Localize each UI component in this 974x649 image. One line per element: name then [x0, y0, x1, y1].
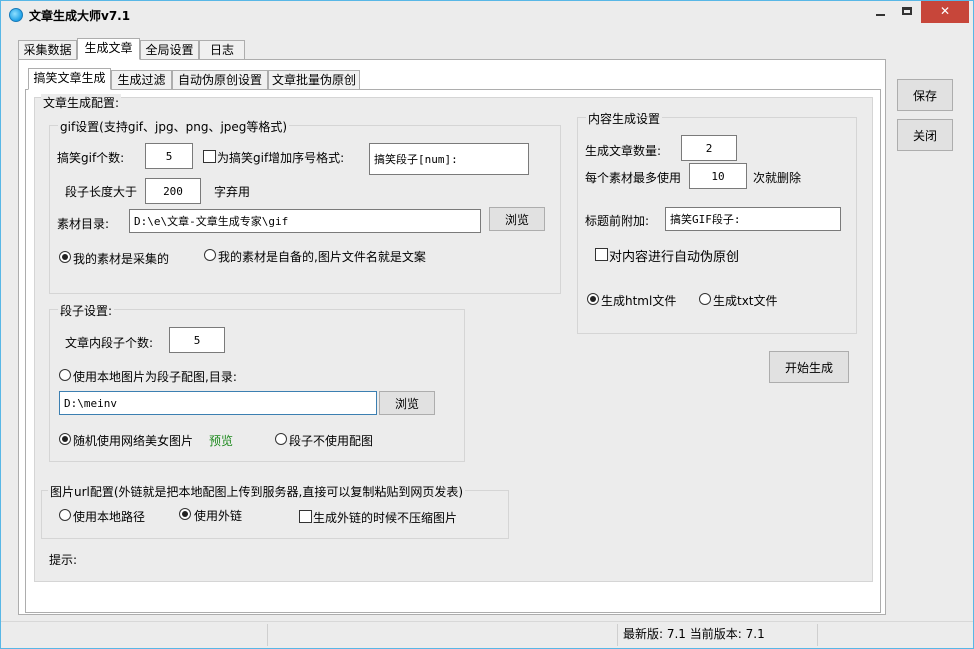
preview-link[interactable]: 预览 — [209, 432, 233, 449]
material-dir-label: 素材目录: — [57, 217, 110, 231]
local-path-radio[interactable] — [59, 509, 71, 521]
material-collected-label: 我的素材是采集的 — [73, 252, 170, 266]
status-separator — [617, 624, 618, 646]
no-compress-label: 生成外链的时候不压缩图片 — [313, 511, 458, 525]
length-input[interactable]: 200 — [145, 178, 201, 204]
material-dir-input[interactable]: D:\e\文章-文章生成专家\gif — [129, 209, 481, 233]
add-seq-label: 为搞笑gif增加序号格式: — [217, 151, 345, 165]
minimize-icon — [875, 14, 885, 16]
random-web-image-label: 随机使用网络美女图片 — [73, 434, 194, 448]
local-image-browse-button[interactable]: 浏览 — [379, 391, 435, 415]
html-file-label: 生成html文件 — [601, 294, 677, 308]
duanzi-count-input[interactable]: 5 — [169, 327, 225, 353]
start-generate-button[interactable]: 开始生成 — [769, 351, 849, 383]
txt-file-label: 生成txt文件 — [713, 294, 778, 308]
local-image-label: 使用本地图片为段子配图,目录: — [73, 370, 237, 384]
article-count-label: 生成文章数量: — [585, 144, 662, 158]
no-image-label: 段子不使用配图 — [289, 434, 374, 448]
max-use-input[interactable]: 10 — [689, 163, 747, 189]
length-suffix: 字弃用 — [214, 185, 251, 199]
status-separator — [817, 624, 818, 646]
tab-batch-rewrite[interactable]: 文章批量伪原创 — [268, 70, 360, 90]
status-bar: 最新版: 7.1 当前版本: 7.1 — [1, 621, 973, 648]
tab-global-settings[interactable]: 全局设置 — [140, 40, 199, 60]
random-web-image-radio[interactable] — [59, 433, 71, 445]
content-settings-title: 内容生成设置 — [586, 110, 663, 127]
tab-filter[interactable]: 生成过滤 — [111, 70, 172, 90]
close-window-button[interactable]: ✕ — [921, 1, 969, 23]
title-prefix-input[interactable]: 搞笑GIF段子: — [665, 207, 841, 231]
max-use-suffix: 次就删除 — [753, 171, 802, 185]
local-image-radio[interactable] — [59, 369, 71, 381]
tab-generate[interactable]: 生成文章 — [77, 38, 140, 60]
no-image-radio[interactable] — [275, 433, 287, 445]
version-status: 最新版: 7.1 当前版本: 7.1 — [623, 627, 765, 641]
config-title: 文章生成配置: — [41, 94, 122, 111]
hint-label: 提示: — [49, 553, 78, 567]
html-file-radio[interactable] — [587, 293, 599, 305]
close-icon: ✕ — [939, 4, 951, 18]
app-window: 文章生成大师v7.1 ✕ 采集数据 生成文章 全局设置 日志 搞笑文章生成 生成… — [0, 0, 974, 649]
gif-count-input[interactable]: 5 — [145, 143, 193, 169]
save-button[interactable]: 保存 — [897, 79, 953, 111]
no-compress-checkbox[interactable] — [299, 510, 312, 523]
minimize-button[interactable] — [867, 1, 893, 23]
material-browse-button[interactable]: 浏览 — [489, 207, 545, 231]
tab-auto-rewrite[interactable]: 自动伪原创设置 — [172, 70, 268, 90]
duanzi-count-label: 文章内段子个数: — [65, 336, 154, 350]
status-separator — [267, 624, 268, 646]
local-path-label: 使用本地路径 — [73, 510, 146, 524]
window-title: 文章生成大师v7.1 — [29, 9, 131, 23]
close-button[interactable]: 关闭 — [897, 119, 953, 151]
local-image-dir-input[interactable]: D:\meinv — [59, 391, 377, 415]
add-seq-checkbox[interactable] — [203, 150, 216, 163]
title-prefix-label: 标题前附加: — [585, 214, 650, 228]
external-link-label: 使用外链 — [194, 509, 243, 523]
gif-settings-title: gif设置(支持gif、jpg、png、jpeg等格式) — [58, 118, 290, 135]
external-link-radio[interactable] — [179, 508, 191, 520]
seq-format-input[interactable]: 搞笑段子[num]: — [369, 143, 529, 175]
txt-file-radio[interactable] — [699, 293, 711, 305]
gif-count-label: 搞笑gif个数: — [57, 151, 125, 165]
material-self-radio[interactable] — [204, 249, 216, 261]
duanzi-settings-title: 段子设置: — [58, 302, 115, 319]
app-icon — [9, 8, 23, 22]
auto-rewrite-label: 对内容进行自动伪原创 — [609, 250, 740, 265]
material-collected-radio[interactable] — [59, 251, 71, 263]
max-use-label: 每个素材最多使用 — [585, 171, 682, 185]
material-self-label: 我的素材是自备的,图片文件名就是文案 — [218, 250, 426, 264]
length-label: 段子长度大于 — [65, 185, 138, 199]
tab-log[interactable]: 日志 — [199, 40, 245, 60]
tab-collect[interactable]: 采集数据 — [18, 40, 77, 60]
tab-funny-article[interactable]: 搞笑文章生成 — [28, 68, 111, 90]
title-bar: 文章生成大师v7.1 ✕ — [1, 1, 973, 29]
auto-rewrite-checkbox[interactable] — [595, 248, 608, 261]
maximize-icon — [902, 7, 912, 15]
maximize-button[interactable] — [893, 1, 921, 23]
image-url-title: 图片url配置(外链就是把本地配图上传到服务器,直接可以复制粘贴到网页发表) — [48, 483, 466, 500]
article-count-input[interactable]: 2 — [681, 135, 737, 161]
